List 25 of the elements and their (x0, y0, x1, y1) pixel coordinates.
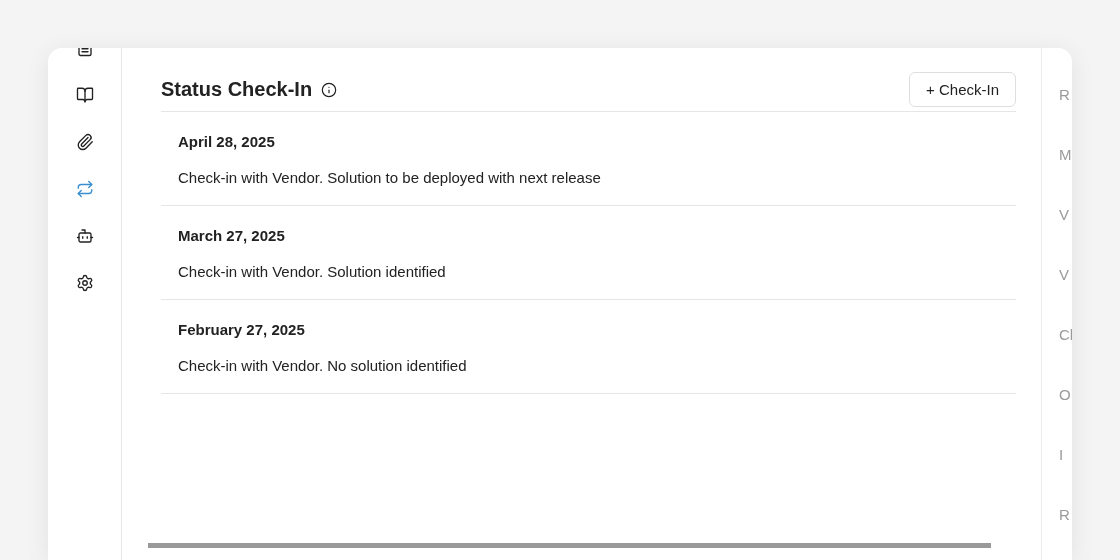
field-label: V (1059, 206, 1070, 224)
field-label: O (1059, 386, 1072, 404)
info-icon[interactable] (321, 81, 338, 98)
settings-icon (75, 274, 94, 292)
entry-date: February 27, 2025 (178, 321, 306, 338)
repeat-icon (75, 180, 94, 198)
field-label: Cl (1059, 326, 1072, 344)
entry-note: Check-in with Vendor. Solution to be deployed with next release (178, 169, 602, 186)
sidebar-button[interactable] (74, 226, 95, 246)
paperclip-icon (75, 133, 94, 151)
field-label: R (1059, 506, 1071, 524)
book-icon (75, 86, 94, 104)
add-check-in-button[interactable]: + Check-In (909, 72, 1016, 107)
field-label: R (1059, 86, 1071, 104)
entry-date: April 28, 2025 (178, 133, 276, 150)
scrollbar-thumb[interactable] (148, 543, 991, 548)
section-title: Status Check-In (161, 78, 313, 101)
robot-icon (75, 227, 94, 245)
field-label: I (1059, 446, 1065, 464)
field-label: V (1059, 266, 1070, 284)
entry-date: March 27, 2025 (178, 227, 286, 244)
entry-note: Check-in with Vendor. No solution identified (178, 357, 468, 374)
field-label: M (1059, 146, 1072, 164)
entry-note: Check-in with Vendor. Solution identified (178, 263, 447, 280)
sidebar-button[interactable] (74, 85, 95, 105)
